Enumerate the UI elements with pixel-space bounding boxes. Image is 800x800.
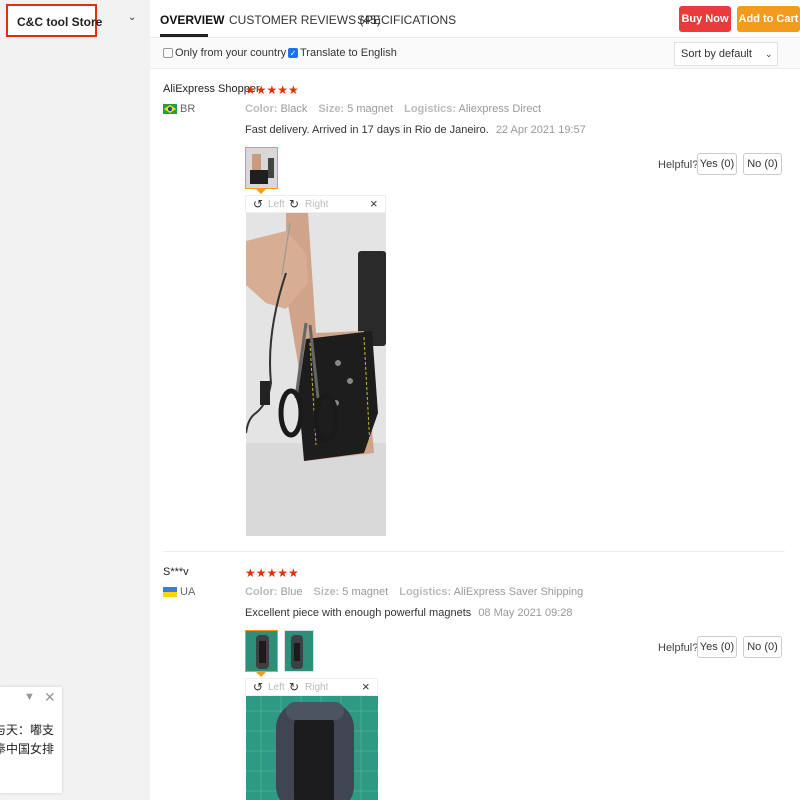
helpful-label: Helpful? xyxy=(658,159,699,171)
store-sidebar: C&C tool Store ⌄ ▼ ✕ 与天：嘟支 奉中国女排 xyxy=(0,0,150,800)
magnetic-wristband-photo xyxy=(246,696,378,800)
close-icon[interactable]: × xyxy=(370,196,378,211)
rotate-left-label[interactable]: Left xyxy=(268,682,285,693)
store-name: C&C tool Store xyxy=(17,15,103,29)
wristband-photo-thumb xyxy=(246,631,277,671)
sort-label: Sort by default xyxy=(681,48,752,60)
sort-dropdown[interactable]: Sort by default ⌄ xyxy=(674,42,778,66)
review-photo-thumbnail[interactable] xyxy=(284,630,314,672)
thumbnail-caret xyxy=(256,189,266,194)
review-date: 22 Apr 2021 19:57 xyxy=(495,124,586,136)
review-divider xyxy=(163,551,785,552)
magnetic-wristband-photo xyxy=(246,213,386,536)
size-value: 5 magnet xyxy=(347,103,394,115)
rotate-left-icon[interactable]: ↺ xyxy=(253,197,263,211)
logistics-value: Aliexpress Direct xyxy=(458,103,542,115)
ukraine-flag-icon xyxy=(163,587,177,597)
rotate-right-label[interactable]: Right xyxy=(305,199,328,210)
size-label: Size: xyxy=(318,103,345,115)
size-label: Size: xyxy=(313,586,340,598)
helpful-no-button[interactable]: No (0) xyxy=(743,153,782,175)
review-filter-bar: Only from your country ✓ Translate to En… xyxy=(150,39,800,69)
tab-overview[interactable]: OVERVIEW xyxy=(160,13,224,27)
color-label: Color: xyxy=(245,586,278,598)
chevron-down-icon: ⌄ xyxy=(765,49,773,59)
chat-message: 与天：嘟支 奉中国女排 xyxy=(0,721,62,759)
wristband-photo-thumb xyxy=(246,148,277,188)
review-photo-thumbnail[interactable] xyxy=(245,630,278,672)
review-date: 08 May 2021 09:28 xyxy=(478,607,573,619)
size-value: 5 magnet xyxy=(342,586,389,598)
chat-popup: ▼ ✕ 与天：嘟支 奉中国女排 xyxy=(0,687,62,793)
chat-line: 与天：嘟支 xyxy=(0,723,55,737)
review-photo-large xyxy=(246,213,386,536)
color-label: Color: xyxy=(245,103,278,115)
store-selector[interactable]: C&C tool Store xyxy=(6,4,102,37)
review-text: Excellent piece with enough powerful mag… xyxy=(245,607,573,619)
image-viewer-toolbar: ↺ Left ↻ Right × xyxy=(245,195,386,213)
brazil-flag-icon xyxy=(163,104,177,114)
image-viewer-toolbar: ↺ Left ↻ Right × xyxy=(245,678,378,696)
chat-line: 奉中国女排 xyxy=(0,742,55,756)
review-attributes: Color: Blue Size: 5 magnet Logistics: Al… xyxy=(245,586,591,598)
review-body: Excellent piece with enough powerful mag… xyxy=(245,607,472,619)
rotate-left-label[interactable]: Left xyxy=(268,199,285,210)
close-icon[interactable]: × xyxy=(362,679,370,694)
logistics-label: Logistics: xyxy=(404,103,457,115)
color-value: Blue xyxy=(280,586,303,598)
rotate-right-icon[interactable]: ↻ xyxy=(289,197,299,211)
buy-now-button[interactable]: Buy Now xyxy=(679,6,731,32)
review-text: Fast delivery. Arrived in 17 days in Rio… xyxy=(245,124,586,136)
collapse-icon[interactable]: ▼ xyxy=(24,691,35,703)
chevron-down-icon[interactable]: ⌄ xyxy=(128,12,136,23)
rating-stars: ★★★★★ xyxy=(245,566,299,580)
translate-label: Translate to English xyxy=(300,47,397,59)
rotate-left-icon[interactable]: ↺ xyxy=(253,680,263,694)
add-to-cart-button[interactable]: Add to Cart xyxy=(737,6,800,32)
helpful-label: Helpful? xyxy=(658,642,699,654)
translate-checkbox[interactable]: ✓ xyxy=(288,48,298,58)
review-photo-large xyxy=(246,696,378,800)
active-tab-indicator xyxy=(160,34,208,37)
reviewer-name: S***v xyxy=(163,566,189,578)
review-attributes: Color: Black Size: 5 magnet Logistics: A… xyxy=(245,103,549,115)
close-icon[interactable]: ✕ xyxy=(44,689,56,706)
thumbnail-caret xyxy=(256,672,266,677)
tab-specifications[interactable]: SPECIFICATIONS xyxy=(357,13,456,27)
helpful-yes-button[interactable]: Yes (0) xyxy=(697,153,737,175)
wristband-photo-thumb xyxy=(285,631,313,671)
rating-stars: ★★★★★ xyxy=(245,83,299,97)
only-country-label: Only from your country xyxy=(175,47,287,59)
review-photo-thumbnail[interactable] xyxy=(245,147,278,189)
reviewer-country: UA xyxy=(180,586,196,598)
logistics-label: Logistics: xyxy=(399,586,452,598)
color-value: Black xyxy=(280,103,308,115)
helpful-no-button[interactable]: No (0) xyxy=(743,636,782,658)
review-body: Fast delivery. Arrived in 17 days in Rio… xyxy=(245,124,489,136)
helpful-yes-button[interactable]: Yes (0) xyxy=(697,636,737,658)
reviewer-country: BR xyxy=(180,103,196,115)
product-header: OVERVIEW CUSTOMER REVIEWS (45) SPECIFICA… xyxy=(150,0,800,38)
rotate-right-label[interactable]: Right xyxy=(305,682,328,693)
only-country-checkbox[interactable] xyxy=(163,48,173,58)
logistics-value: AliExpress Saver Shipping xyxy=(453,586,584,598)
rotate-right-icon[interactable]: ↻ xyxy=(289,680,299,694)
